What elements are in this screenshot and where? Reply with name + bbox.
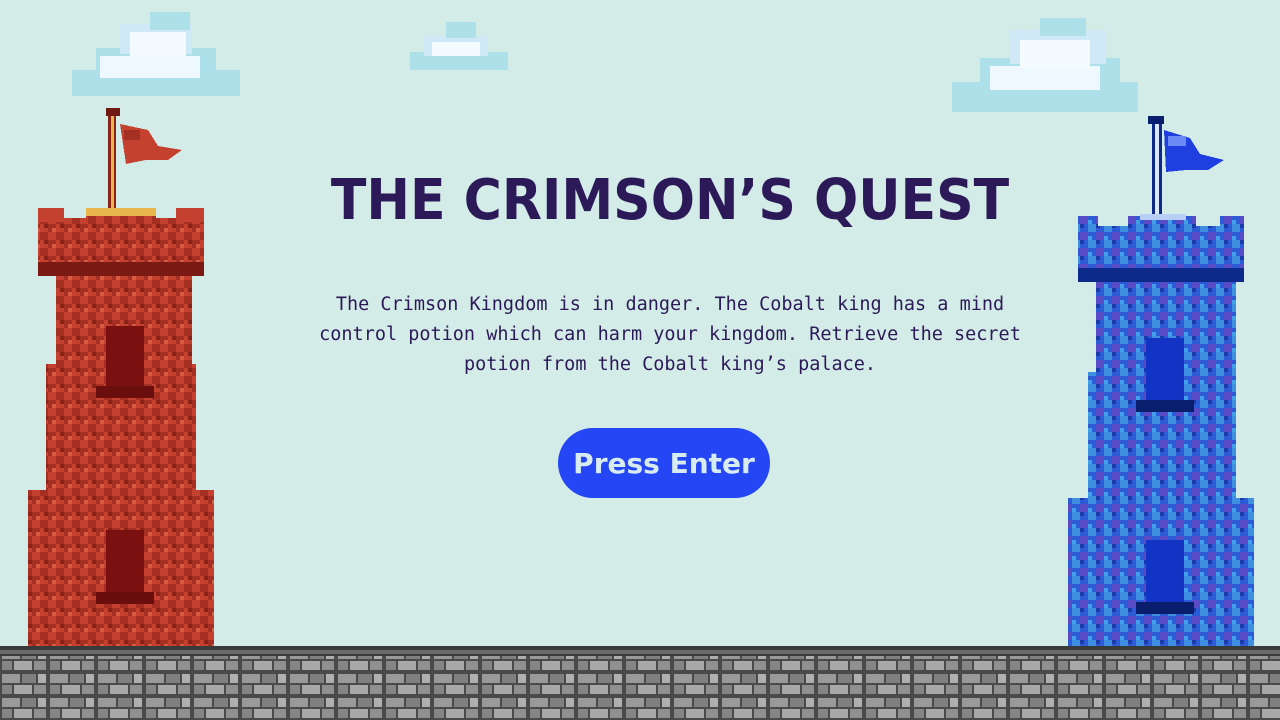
cobalt-tower [1068, 116, 1254, 648]
cloud-left [72, 12, 240, 96]
cloud-middle [410, 22, 508, 70]
crimson-tower [28, 108, 214, 648]
intro-text: The Crimson Kingdom is in danger. The Co… [319, 294, 1021, 375]
game-title: THE CRIMSON’S QUEST [330, 168, 1010, 233]
press-enter-button[interactable]: Press Enter [558, 428, 770, 498]
cobblestone-ground [0, 646, 1280, 720]
cloud-right [952, 18, 1138, 112]
